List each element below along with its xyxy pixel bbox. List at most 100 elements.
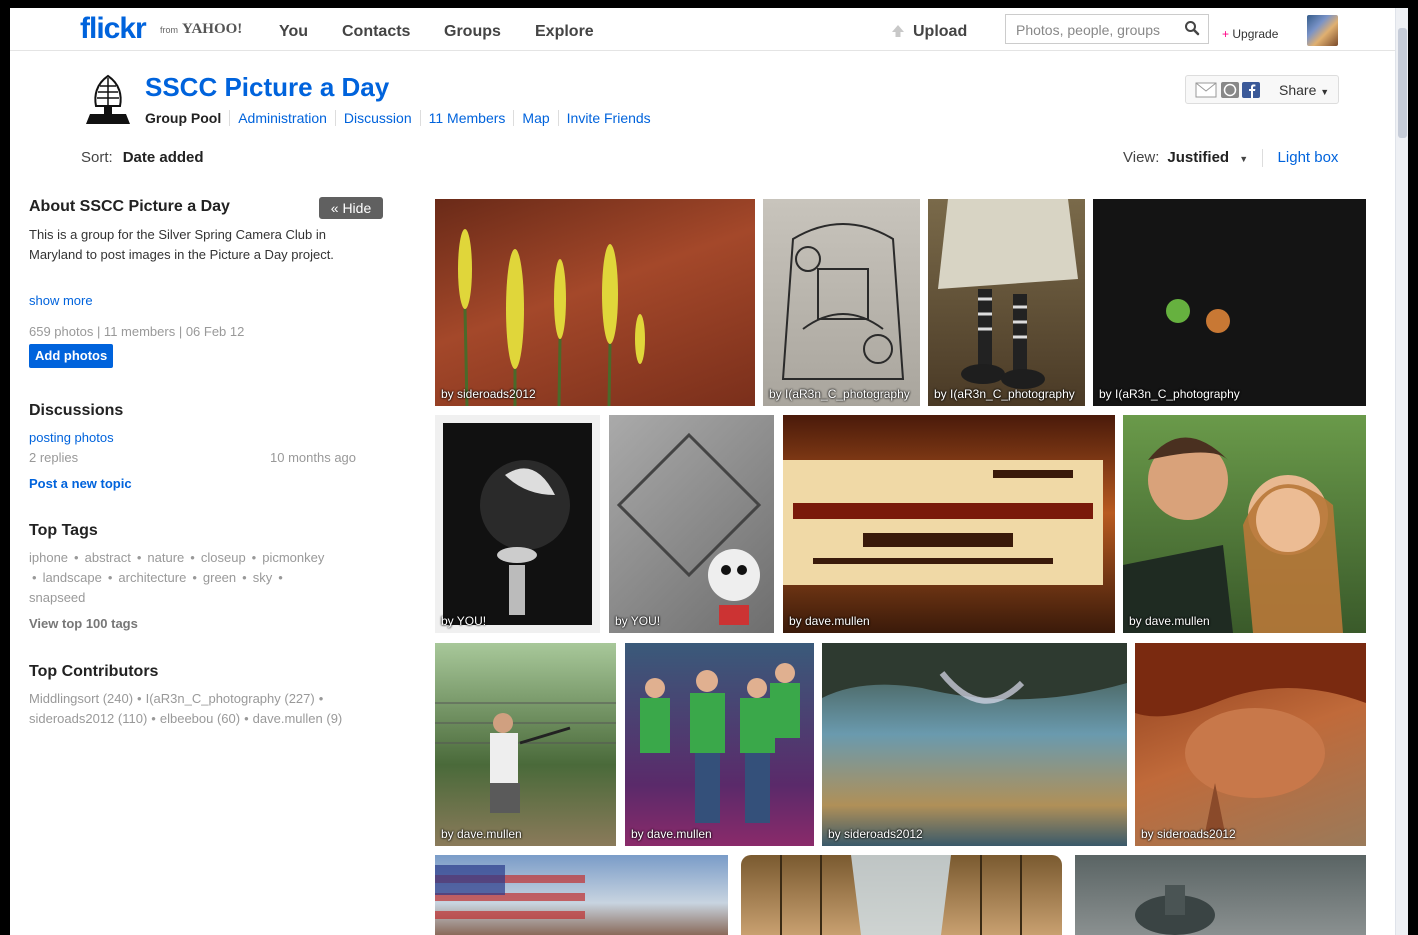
upgrade-link[interactable]: + Upgrade [1222,27,1278,41]
search-icon[interactable] [1184,20,1200,41]
group-stats: 659 photos | 11 members | 06 Feb 12 [29,324,245,339]
view-value[interactable]: Justified [1167,149,1229,166]
contributor-list: Middlingsort (240) • I(aR3n_C_photography … [29,689,359,729]
photo-tile[interactable]: by YOU! [609,415,774,633]
photo-tile[interactable]: by dave.mullen [783,415,1115,633]
photo-caption[interactable]: by I(aR3n_C_photography [769,387,910,401]
tab-administration[interactable]: Administration [229,110,335,126]
sort-value[interactable]: Date added [123,149,204,166]
view-label: View: [1123,149,1160,166]
photo-tile[interactable]: by sideroads2012 [1135,643,1366,846]
photo-caption[interactable]: by YOU! [441,614,486,628]
tag-link[interactable]: sky [253,570,273,585]
photo-tile[interactable]: by dave.mullen [435,643,616,846]
separator-dot: • [74,550,79,565]
tag-link[interactable]: picmonkey [262,550,324,565]
caret-down-icon[interactable]: ▼ [1239,154,1248,164]
sort-control[interactable]: Sort: Date added [81,149,204,166]
add-photos-button[interactable]: Add photos [29,344,114,368]
wordpress-icon[interactable] [1221,82,1239,103]
show-more-link[interactable]: show more [29,293,93,308]
photo-tile[interactable]: by I(aR3n_C_photography [1093,199,1366,406]
photo-tile[interactable]: by sideroads2012 [435,199,755,406]
contributor-link[interactable]: dave.mullen (9) [253,711,343,726]
scrollbar-thumb[interactable] [1398,28,1407,138]
photo-tile[interactable] [435,855,728,935]
photo-tile[interactable] [741,855,1062,935]
tag-link[interactable]: snapseed [29,590,85,605]
photo-image [458,229,645,406]
flickr-logo[interactable]: flickr [80,12,147,46]
logo-text: flickr [80,12,147,45]
photo-caption[interactable]: by dave.mullen [1129,614,1210,628]
tag-link[interactable]: nature [147,550,184,565]
top-contributors-title: Top Contributors [29,663,159,680]
about-header: About SSCC Picture a Day « Hide [29,197,384,220]
group-title[interactable]: SSCC Picture a Day [145,72,389,103]
upgrade-label: Upgrade [1232,27,1279,41]
logo-from-text: from [160,25,178,35]
photo-caption[interactable]: by I(aR3n_C_photography [1099,387,1240,401]
nav-groups[interactable]: Groups [444,23,501,41]
vertical-scrollbar[interactable] [1395,8,1408,935]
contributor-link[interactable]: Middlingsort (240) [29,691,133,706]
share-button[interactable]: Share ▼ [1279,82,1329,98]
photo-image [435,865,585,919]
contributor-link[interactable]: sideroads2012 (110) [29,711,147,726]
group-icon[interactable] [86,72,130,128]
tag-list: iphone • abstract • nature • closeup • picmonkey… [29,548,359,608]
browser-viewport: flickr from YAHOO! You Contacts Groups E… [10,8,1408,935]
tag-link[interactable]: landscape [43,570,102,585]
photo-caption[interactable]: by sideroads2012 [828,827,923,841]
photo-caption[interactable]: by YOU! [615,614,660,628]
facebook-icon[interactable] [1242,82,1260,103]
photo-caption[interactable]: by dave.mullen [789,614,870,628]
tab-map[interactable]: Map [513,110,557,126]
photo-caption[interactable]: by sideroads2012 [1141,827,1236,841]
tag-link[interactable]: architecture [118,570,186,585]
photo-image [443,423,592,625]
separator-dot: • [151,711,156,726]
tab-members[interactable]: 11 Members [419,110,514,126]
photo-tile[interactable]: by dave.mullen [1123,415,1366,633]
view-top-tags-link[interactable]: View top 100 tags [29,616,138,631]
photo-tile[interactable]: by YOU! [435,415,600,633]
tag-link[interactable]: abstract [85,550,131,565]
hide-button[interactable]: « Hide [319,197,383,219]
search-input[interactable] [1014,21,1178,39]
contributor-link[interactable]: I(aR3n_C_photography (227) [146,691,315,706]
tag-link[interactable]: iphone [29,550,68,565]
separator-dot: • [136,550,142,565]
discussion-topic-link[interactable]: posting photos [29,430,114,445]
photo-caption[interactable]: by I(aR3n_C_photography [934,387,1075,401]
photo-caption[interactable]: by sideroads2012 [441,387,536,401]
photo-image [781,223,905,380]
avatar[interactable] [1307,15,1338,46]
nav-contacts[interactable]: Contacts [342,23,410,41]
lightbox-link[interactable]: Light box [1278,149,1339,166]
photo-tile[interactable]: by I(aR3n_C_photography [763,199,920,406]
photo-caption[interactable]: by dave.mullen [441,827,522,841]
post-new-topic-link[interactable]: Post a new topic [29,476,132,491]
caret-down-icon: ▼ [1320,87,1330,97]
photo-tile[interactable]: by dave.mullen [625,643,814,846]
contributor-link[interactable]: elbeebou (60) [160,711,240,726]
tag-link[interactable]: closeup [201,550,246,565]
tag-link[interactable]: green [203,570,236,585]
upload-link[interactable]: Upload [913,23,967,41]
photo-caption[interactable]: by dave.mullen [631,827,712,841]
photo-image [1166,299,1230,333]
photo-image [783,460,1103,585]
photo-tile[interactable]: by I(aR3n_C_photography [928,199,1085,406]
separator-dot: • [278,570,283,585]
photo-tile[interactable] [1075,855,1366,935]
tab-discussion[interactable]: Discussion [334,110,420,126]
nav-you[interactable]: You [279,23,308,41]
nav-explore[interactable]: Explore [535,23,594,41]
tab-group-pool[interactable]: Group Pool [145,110,229,126]
mail-icon[interactable] [1195,82,1217,103]
tab-invite-friends[interactable]: Invite Friends [557,110,659,126]
photo-image [1135,885,1215,935]
photo-image [435,702,616,813]
photo-tile[interactable]: by sideroads2012 [822,643,1127,846]
